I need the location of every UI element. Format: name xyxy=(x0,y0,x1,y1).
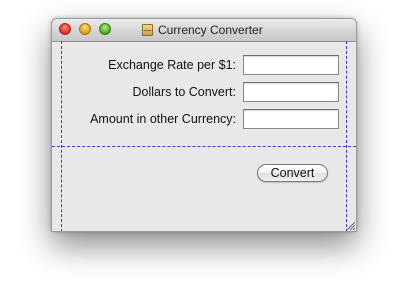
dollars-to-convert-label: Dollars to Convert: xyxy=(132,85,236,99)
window-title-group: Currency Converter xyxy=(142,22,263,38)
window-title: Currency Converter xyxy=(158,23,263,37)
amount-other-currency-label: Amount in other Currency: xyxy=(90,112,236,126)
exchange-rate-label: Exchange Rate per $1: xyxy=(108,58,236,72)
left-layout-guide xyxy=(61,41,62,231)
resize-grip-icon[interactable] xyxy=(345,220,355,230)
close-window-button[interactable] xyxy=(59,23,71,35)
zoom-window-button[interactable] xyxy=(99,23,111,35)
dollars-to-convert-field[interactable] xyxy=(243,82,339,102)
right-layout-guide xyxy=(346,41,347,231)
document-icon xyxy=(142,24,153,36)
convert-button[interactable]: Convert xyxy=(257,164,328,182)
title-bar[interactable]: Currency Converter xyxy=(52,19,356,42)
app-window: Currency Converter Exchange Rate per $1:… xyxy=(51,18,357,232)
exchange-rate-field[interactable] xyxy=(243,55,339,75)
horizontal-layout-guide xyxy=(52,146,356,147)
minimize-window-button[interactable] xyxy=(79,23,91,35)
amount-other-currency-field[interactable] xyxy=(243,109,339,129)
